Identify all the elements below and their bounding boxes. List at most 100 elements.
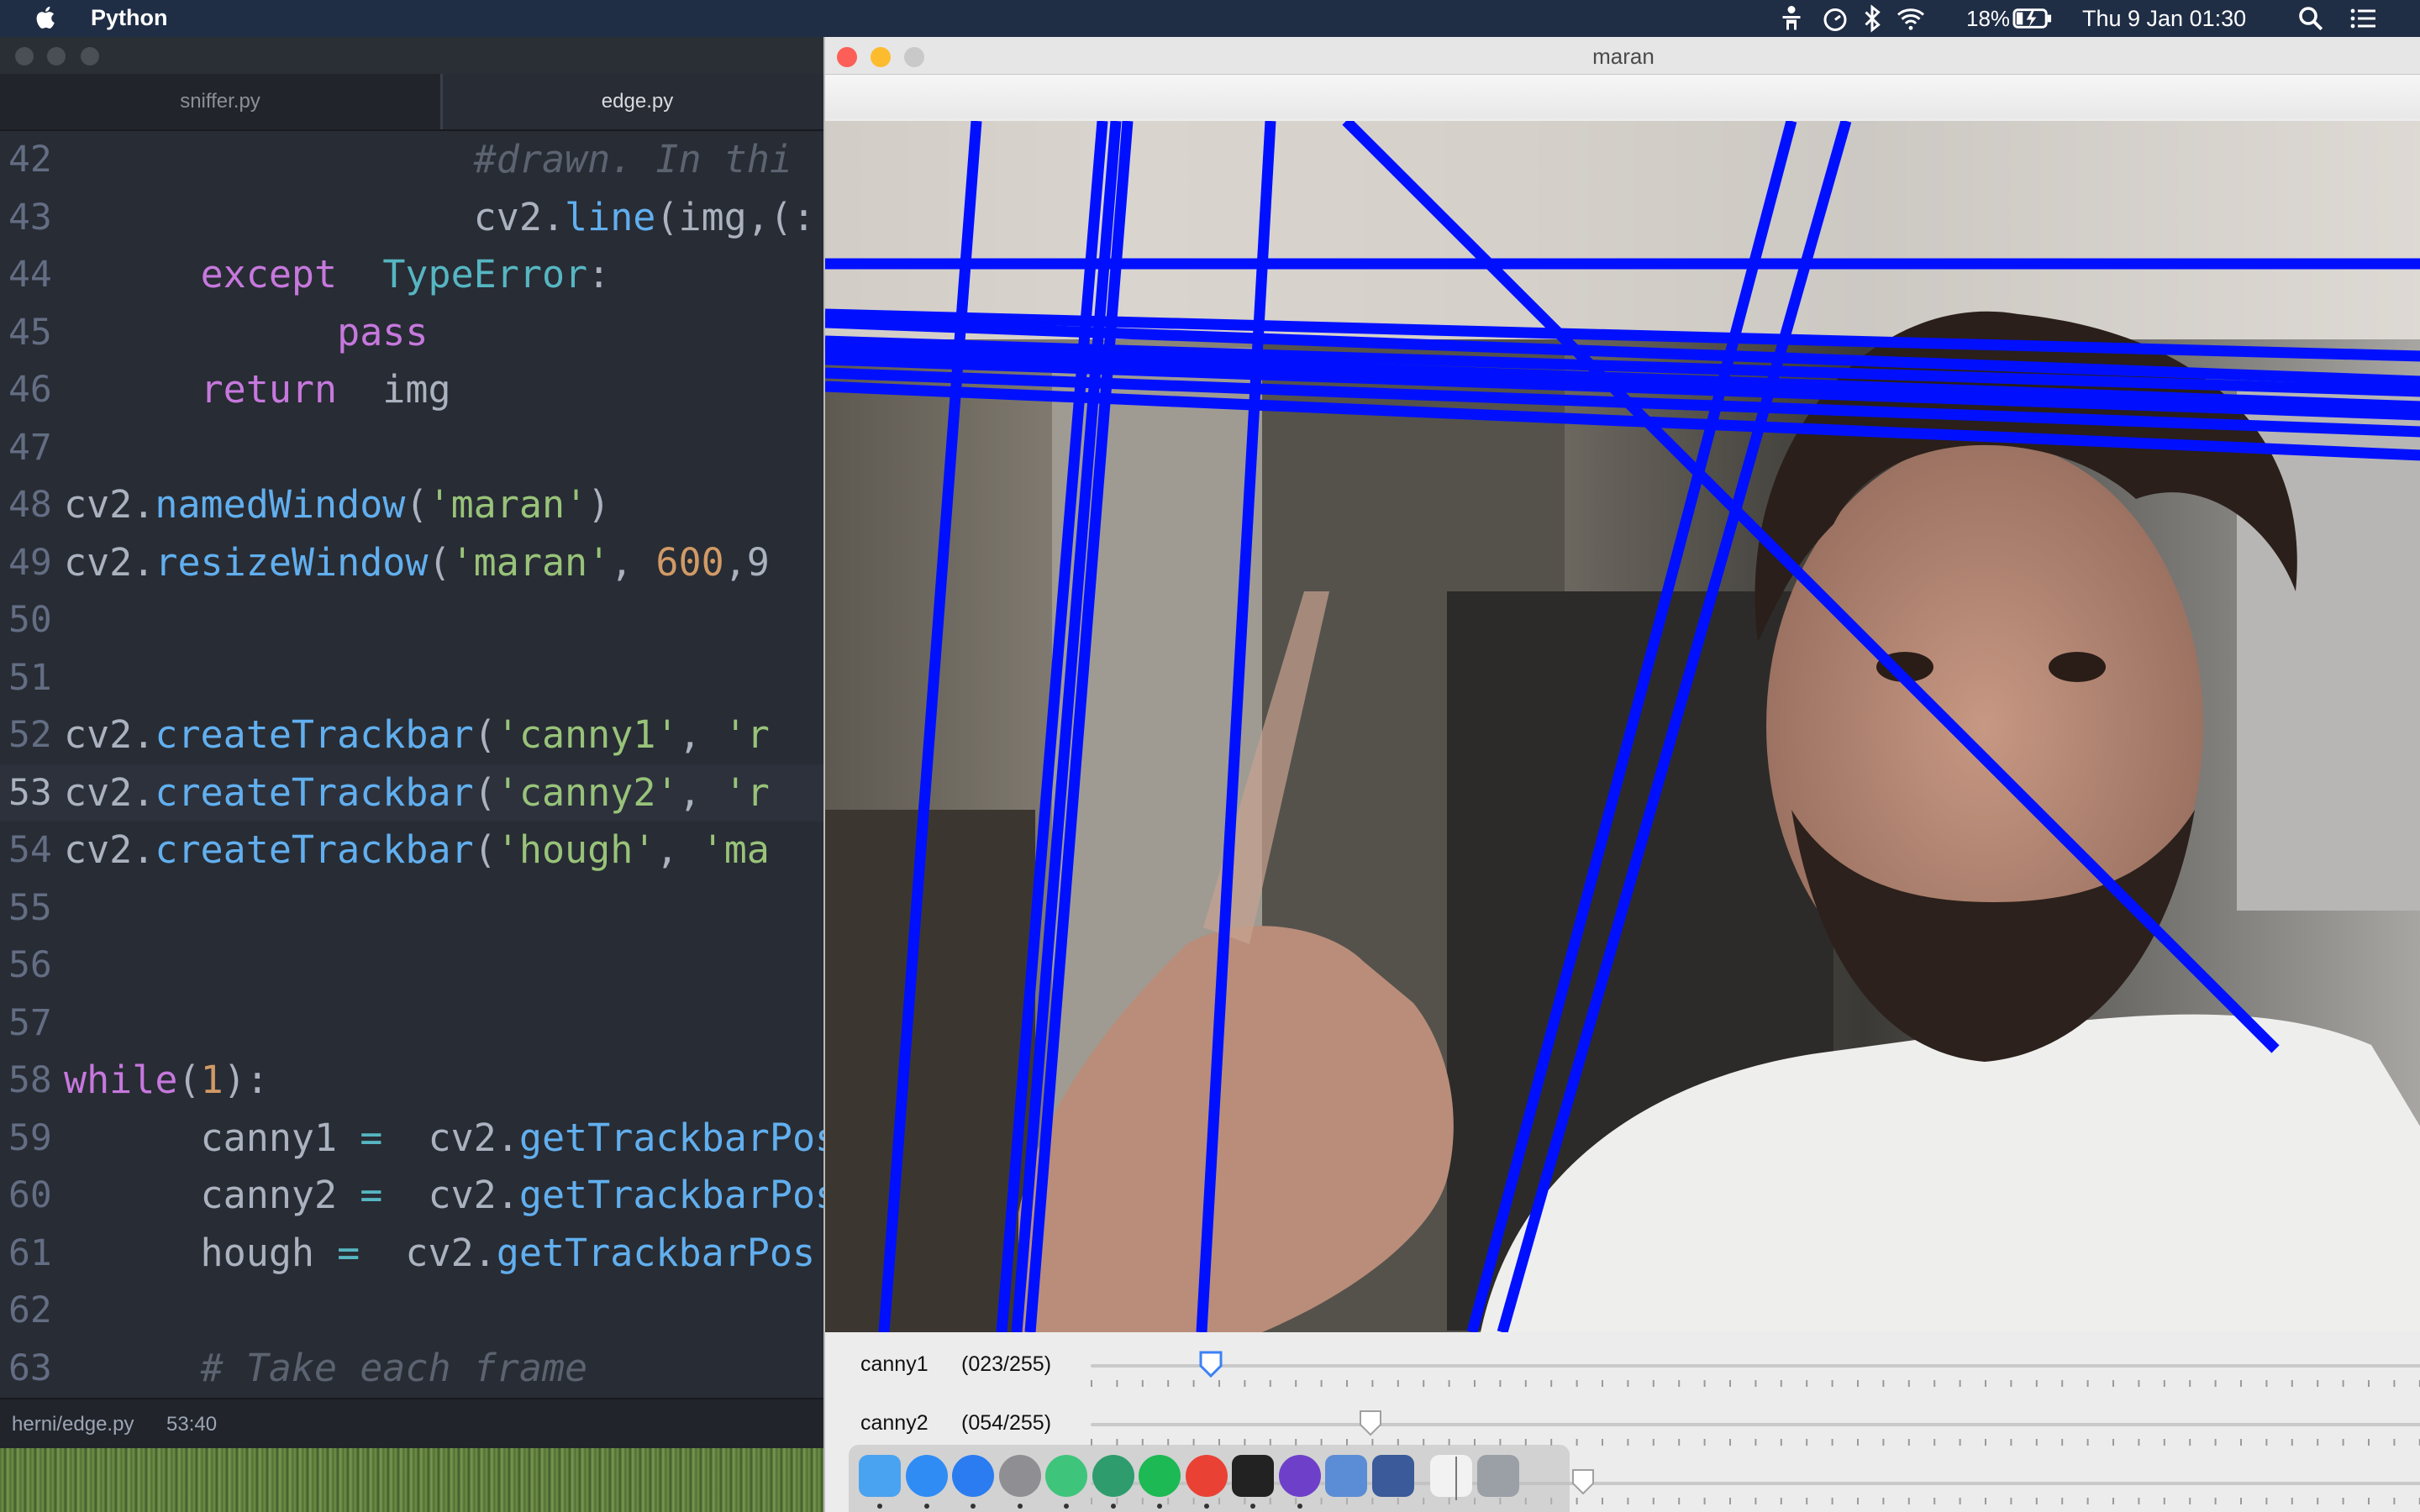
slider-knob[interactable]: [1199, 1351, 1223, 1378]
apple-menu-icon[interactable]: [32, 3, 60, 32]
bluetooth-icon[interactable]: [1857, 3, 1887, 34]
code-line[interactable]: 44 except TypeError:: [0, 246, 832, 303]
trash-icon[interactable]: [1476, 1455, 1519, 1497]
code-area[interactable]: 42 #drawn. In thi 43 cv2.line(img,(: 44 ex…: [0, 131, 832, 1391]
code-text: cv2.line(img,(:: [64, 194, 816, 239]
code-text: cv2.createTrackbar('hough', 'ma: [64, 827, 770, 872]
time-machine-icon[interactable]: [1045, 1455, 1087, 1497]
right-eye: [2049, 652, 2106, 682]
line-number: 52: [8, 714, 52, 756]
app-menu-python[interactable]: Python: [91, 5, 168, 31]
line-number: 43: [8, 196, 52, 239]
webcam-image: [825, 121, 2420, 1332]
line-number: 58: [8, 1059, 52, 1101]
slider-knob[interactable]: [1571, 1468, 1595, 1495]
ceiling: [825, 121, 2420, 339]
opencv-window-title: maran: [1592, 44, 1655, 69]
wifi-icon[interactable]: [1896, 3, 1926, 34]
spotify-icon[interactable]: [1139, 1455, 1181, 1497]
code-line[interactable]: 59 canny1 = cv2.getTrackbarPos: [0, 1110, 832, 1167]
line-number: 47: [8, 426, 52, 469]
running-indicator: [1157, 1504, 1162, 1509]
chrome-icon[interactable]: [1185, 1455, 1228, 1497]
code-line[interactable]: 46 return img: [0, 361, 832, 418]
trackbar-label: canny1: [860, 1352, 929, 1376]
app-store-icon[interactable]: [952, 1455, 994, 1497]
tab-edge-py[interactable]: edge.py: [443, 74, 832, 129]
accessibility-icon[interactable]: [1776, 3, 1807, 34]
code-editor-window: sniffer.py edge.py 42 #drawn. In thi 43 c…: [0, 37, 832, 1448]
python-launcher-icon[interactable]: [1371, 1455, 1414, 1497]
slider-track[interactable]: [1091, 1423, 2420, 1426]
editor-minimize-button[interactable]: [47, 47, 66, 66]
running-indicator: [877, 1504, 882, 1509]
code-line[interactable]: 43 cv2.line(img,(:: [0, 189, 832, 246]
slider-ticks: [1091, 1376, 2420, 1387]
line-number: 53: [8, 771, 52, 814]
code-line[interactable]: 50: [0, 591, 832, 648]
line-number: 45: [8, 311, 52, 354]
code-line[interactable]: 55: [0, 879, 832, 937]
code-text: canny1 = cv2.getTrackbarPos: [64, 1115, 832, 1160]
code-line[interactable]: 53 cv2.createTrackbar('canny2', 'r: [0, 764, 832, 822]
code-line[interactable]: 54 cv2.createTrackbar('hough', 'ma: [0, 822, 832, 879]
battery-charging-icon[interactable]: [2012, 3, 2054, 34]
webcam-frame: [825, 121, 2420, 1332]
trackbar-value: (054/255): [961, 1411, 1052, 1435]
code-line[interactable]: 52 cv2.createTrackbar('canny1', 'r: [0, 706, 832, 764]
code-line[interactable]: 48 cv2.namedWindow('maran'): [0, 476, 832, 533]
code-line[interactable]: 58 while(1):: [0, 1052, 832, 1109]
code-line[interactable]: 45 pass: [0, 304, 832, 361]
code-line[interactable]: 61 hough = cv2.getTrackbarPos: [0, 1225, 832, 1282]
terminal-icon[interactable]: [1232, 1455, 1274, 1497]
code-text: canny2 = cv2.getTrackbarPos: [64, 1173, 832, 1217]
tab-sniffer-py[interactable]: sniffer.py: [0, 74, 440, 129]
documents-icon[interactable]: [1430, 1455, 1472, 1497]
code-line[interactable]: 49 cv2.resizeWindow('maran', 600,9: [0, 534, 832, 591]
code-line[interactable]: 62: [0, 1282, 832, 1339]
code-text: while(1):: [64, 1058, 269, 1102]
running-indicator: [1064, 1504, 1069, 1509]
preview-icon[interactable]: [1325, 1455, 1367, 1497]
status-cursor-position[interactable]: 53:40: [166, 1413, 217, 1436]
code-text: cv2.createTrackbar('canny2', 'r: [64, 769, 770, 815]
notification-center-icon[interactable]: [2348, 3, 2378, 34]
timer-icon[interactable]: [1820, 3, 1850, 34]
trackbar-canny1: canny1 (023/255): [825, 1337, 2420, 1391]
github-icon[interactable]: [1278, 1455, 1321, 1497]
line-number: 51: [8, 656, 52, 699]
finder-icon[interactable]: [859, 1455, 901, 1497]
spotlight-search-icon[interactable]: [2296, 3, 2326, 34]
atom-icon[interactable]: [1092, 1455, 1134, 1497]
code-line[interactable]: 63 # Take each frame: [0, 1340, 832, 1397]
slider-knob[interactable]: [1359, 1410, 1382, 1436]
code-line[interactable]: 51: [0, 649, 832, 706]
slider-ticks: [1091, 1435, 2420, 1446]
code-text: cv2.resizeWindow('maran', 600,9: [64, 539, 770, 585]
editor-close-button[interactable]: [15, 47, 34, 66]
code-line[interactable]: 57: [0, 995, 832, 1052]
code-line[interactable]: 60 canny2 = cv2.getTrackbarPos: [0, 1167, 832, 1224]
editor-tab-bar: sniffer.py edge.py: [0, 74, 832, 131]
line-number: 59: [8, 1116, 52, 1159]
code-line[interactable]: 47: [0, 419, 832, 476]
menu-clock[interactable]: Thu 9 Jan 01:30: [2082, 3, 2246, 34]
slider-track[interactable]: [1091, 1364, 2420, 1368]
editor-status-bar: herni/edge.py 53:40: [0, 1398, 832, 1448]
editor-titlebar: [0, 37, 832, 74]
line-number: 60: [8, 1174, 52, 1216]
line-number: 56: [8, 944, 52, 986]
editor-zoom-button[interactable]: [81, 47, 99, 66]
code-text: pass: [337, 309, 429, 354]
status-file-path[interactable]: herni/edge.py: [12, 1413, 134, 1436]
code-line[interactable]: 42 #drawn. In thi: [0, 131, 832, 188]
code-text: hough = cv2.getTrackbarPos: [64, 1230, 816, 1275]
line-number: 62: [8, 1289, 52, 1331]
line-number: 55: [8, 886, 52, 929]
running-indicator: [1203, 1504, 1209, 1509]
system-preferences-icon[interactable]: [998, 1455, 1041, 1497]
line-number: 50: [8, 599, 52, 641]
safari-icon[interactable]: [905, 1455, 948, 1497]
code-line[interactable]: 56: [0, 937, 832, 994]
running-indicator: [1017, 1504, 1023, 1509]
